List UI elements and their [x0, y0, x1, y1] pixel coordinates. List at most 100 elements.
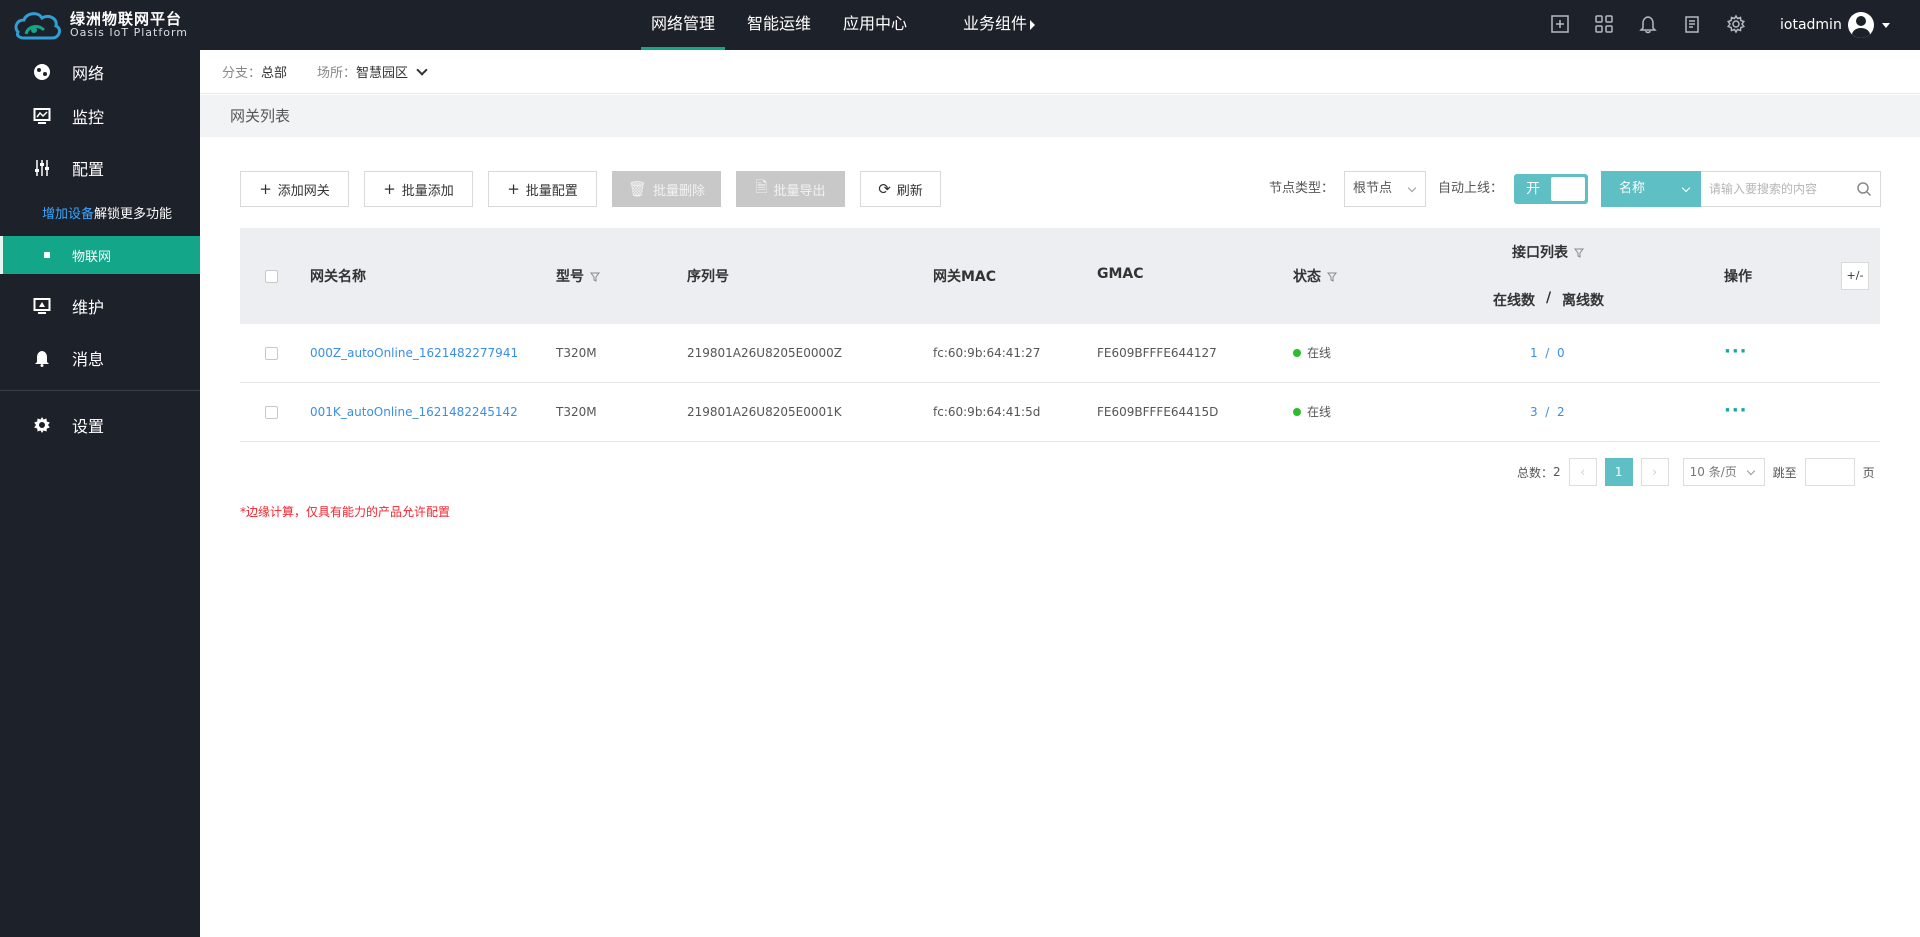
bullet-icon	[44, 252, 50, 258]
column-header-ports[interactable]: 接口列表	[1512, 242, 1584, 262]
bell-icon	[32, 348, 52, 368]
next-page-button[interactable]: ›	[1640, 458, 1669, 486]
jump-page-input[interactable]	[1804, 458, 1855, 486]
chevron-down-icon	[1681, 183, 1691, 193]
column-header-sep: /	[1546, 290, 1552, 306]
status-text: 在线	[1307, 405, 1332, 419]
page-size-select[interactable]: 10 条/页	[1682, 458, 1765, 486]
page-title: 网关列表	[200, 95, 1920, 137]
cell-mac: fc:60:9b:64:41:27	[933, 346, 1041, 360]
offline-count-link[interactable]: 2	[1557, 405, 1565, 419]
node-type-select[interactable]: 根节点	[1344, 171, 1426, 207]
search-input[interactable]	[1701, 171, 1881, 207]
offline-count-link[interactable]: 0	[1557, 346, 1565, 360]
page-1-button[interactable]: 1	[1604, 458, 1633, 486]
page-size-value: 10 条/页	[1689, 465, 1737, 479]
row-checkbox[interactable]	[265, 406, 278, 419]
column-header-serial: 序列号	[687, 269, 729, 285]
username: iotadmin	[1780, 17, 1842, 33]
search-icon[interactable]	[1856, 181, 1872, 197]
caret-right-icon	[1030, 19, 1036, 30]
cell-status: 在线	[1293, 383, 1331, 442]
sidebar-subitem-iot[interactable]: 物联网	[0, 236, 200, 274]
bell-icon[interactable]	[1636, 12, 1660, 36]
gateway-name-link[interactable]: 001K_autoOnline_1621482245142	[310, 383, 518, 442]
site-selector[interactable]: 场所： 智慧园区	[317, 62, 428, 81]
jump-label: 跳至	[1772, 465, 1797, 480]
sidebar-item-network[interactable]: 网络	[0, 50, 200, 94]
location-bar: 分支： 总部 场所： 智慧园区	[200, 50, 1920, 94]
oasis-logo-icon	[14, 12, 61, 40]
sidebar: 网络 监控 配置 增加设备解锁更多功能 物联网 维护 消息 设置	[0, 50, 200, 937]
column-header-ops: 操作	[1724, 269, 1752, 285]
site-value: 智慧园区	[356, 66, 409, 81]
user-menu[interactable]: iotadmin	[1780, 12, 1890, 38]
unlock-features-link[interactable]: 增加设备解锁更多功能	[0, 198, 200, 232]
filter-icon[interactable]	[1574, 248, 1584, 258]
auto-online-toggle[interactable]: 开	[1514, 174, 1588, 204]
branch-value[interactable]: 总部	[261, 62, 287, 81]
trash-icon: 🗑	[627, 180, 648, 198]
apps-grid-icon[interactable]	[1592, 12, 1616, 36]
nav-business-components-label: 业务组件	[963, 14, 1028, 33]
sidebar-item-settings[interactable]: 设置	[0, 403, 200, 447]
row-checkbox[interactable]	[265, 347, 278, 360]
column-toggle-button[interactable]: +/-	[1841, 262, 1869, 290]
column-header-status[interactable]: 状态	[1293, 266, 1337, 286]
chevron-down-icon	[1407, 183, 1417, 193]
nav-app-center[interactable]: 应用中心	[833, 0, 917, 50]
plus-square-icon[interactable]	[1548, 12, 1572, 36]
logo[interactable]: 绿洲物联网平台 Oasis IoT Platform	[12, 8, 188, 42]
plus-icon: +	[383, 180, 396, 198]
add-gateway-button[interactable]: + 添加网关	[240, 171, 349, 207]
total-label: 总数：	[1517, 465, 1554, 480]
filter-icon[interactable]	[1327, 272, 1337, 282]
header-icons	[1548, 12, 1748, 36]
node-type-value: 根节点	[1353, 181, 1393, 196]
site-label: 场所：	[317, 66, 357, 81]
filter-icon[interactable]	[590, 272, 600, 282]
sidebar-item-maintenance[interactable]: 维护	[0, 284, 200, 328]
column-header-model[interactable]: 型号	[556, 266, 600, 286]
prev-page-button[interactable]: ‹	[1568, 458, 1597, 486]
refresh-label: 刷新	[896, 183, 923, 199]
online-count-link[interactable]: 1	[1530, 346, 1538, 360]
refresh-button[interactable]: ⟳ 刷新	[860, 171, 941, 207]
cell-ports: 3 / 2	[1530, 383, 1565, 442]
status-text: 在线	[1307, 346, 1332, 360]
cell-ports: 1 / 0	[1530, 324, 1565, 383]
batch-export-button[interactable]: 🗎 批量导出	[736, 171, 845, 207]
batch-config-button[interactable]: + 批量配置	[488, 171, 597, 207]
sidebar-item-monitor[interactable]: 监控	[0, 94, 200, 138]
more-actions-button[interactable]: ···	[1724, 324, 1748, 380]
select-all-checkbox[interactable]	[265, 270, 278, 283]
sidebar-item-label: 维护	[72, 298, 105, 317]
sliders-icon	[32, 158, 52, 178]
refresh-icon: ⟳	[878, 180, 891, 198]
sidebar-item-label: 网络	[72, 64, 105, 83]
batch-config-label: 批量配置	[525, 183, 578, 199]
more-actions-button[interactable]: ···	[1724, 383, 1748, 439]
search-category-select[interactable]: 名称	[1601, 171, 1701, 207]
online-count-link[interactable]: 3	[1530, 405, 1538, 419]
nav-network-management[interactable]: 网络管理	[641, 0, 726, 50]
nav-business-components[interactable]: 业务组件	[953, 0, 1045, 50]
gateway-name-link[interactable]: 000Z_autoOnline_1621482277941	[310, 324, 518, 383]
toggle-state-label: 开	[1526, 181, 1540, 197]
document-icon[interactable]	[1680, 12, 1704, 36]
pagination: 总数： 2 ‹ 1 › 10 条/页 跳至 页	[1517, 458, 1875, 486]
edge-computing-note: *边缘计算，仅具有能力的产品允许配置	[240, 505, 451, 519]
gear-icon[interactable]	[1724, 12, 1748, 36]
batch-delete-label: 批量删除	[653, 183, 706, 199]
add-gateway-label: 添加网关	[277, 183, 330, 199]
batch-add-button[interactable]: + 批量添加	[364, 171, 473, 207]
cell-model: T320M	[556, 405, 597, 419]
nav-smart-ops[interactable]: 智能运维	[737, 0, 821, 50]
sidebar-item-messages[interactable]: 消息	[0, 336, 200, 380]
batch-delete-button[interactable]: 🗑 批量删除	[612, 171, 721, 207]
column-header-status-label: 状态	[1293, 269, 1321, 285]
cell-serial: 219801A26U8205E0000Z	[687, 346, 842, 360]
sidebar-item-config[interactable]: 配置	[0, 146, 200, 190]
column-header-name: 网关名称	[310, 269, 366, 285]
gear-icon	[32, 415, 52, 435]
